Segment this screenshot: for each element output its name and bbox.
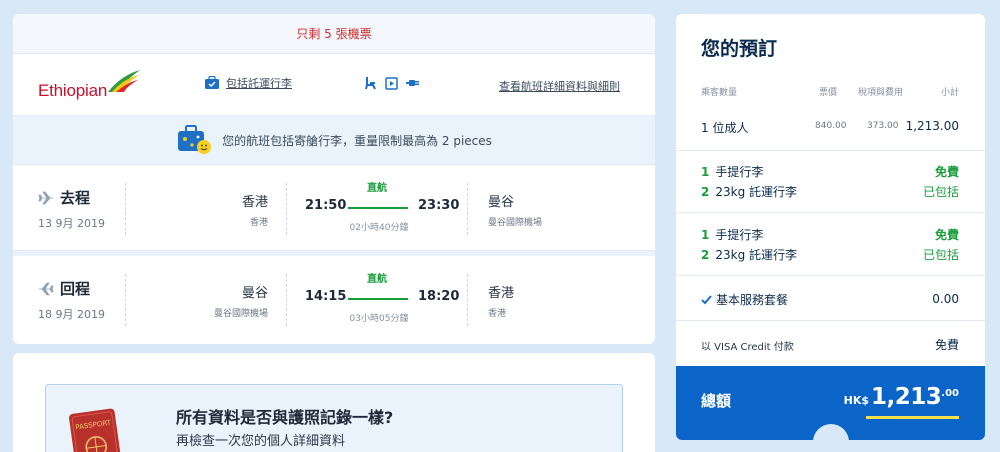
payment-fee: 免費 [934, 338, 959, 352]
flight-details-link[interactable]: 查看航班詳細資料與細則 [499, 78, 620, 94]
hand-luggage: 1 手提行李 [701, 163, 763, 180]
total-value: 1,213 [871, 384, 942, 410]
service-package-label: 基本服務套餐 [716, 293, 789, 307]
divider [286, 274, 287, 326]
checked-luggage-qty: 2 [701, 248, 710, 262]
hand-luggage: 1 手提行李 [701, 226, 763, 243]
airline-logo-mark-icon [108, 70, 140, 92]
divider [676, 212, 985, 213]
divider [467, 183, 468, 235]
departure-time: 14:15 [305, 289, 347, 304]
passport-title: 所有資料是否與護照記錄一樣? [176, 408, 394, 427]
departure-airport: 香港 [249, 218, 268, 228]
stops-label: 直航 [367, 274, 387, 285]
power-plug-icon [406, 80, 419, 86]
passport-check-card: PASSPORT 所有資料是否與護照記錄一樣? 再檢查一次您的個人詳細資料 [13, 353, 655, 452]
briefcase-check-icon [205, 76, 219, 89]
departure-time: 21:50 [305, 198, 347, 213]
service-package-price: 0.00 [932, 292, 959, 306]
arrival-time: 23:30 [418, 198, 460, 213]
flight-leg-return: 回程 18 9月 2019 曼谷 曼谷國際機場 14:15 直航 03小時05分… [13, 251, 655, 337]
arrival-airport: 香港 [488, 309, 507, 319]
total-label: 總額 [701, 392, 732, 410]
divider [676, 275, 985, 276]
divider [467, 274, 468, 326]
included-baggage-label: 包括託運行李 [226, 77, 292, 90]
hand-luggage-price: 免費 [934, 228, 959, 242]
arrival-time: 18:20 [418, 289, 460, 304]
airline-logo: Ethiopian [38, 68, 148, 102]
flight-line [348, 207, 408, 209]
adult-tax: 373.00 [867, 121, 899, 131]
adult-count: 1 位成人 [701, 121, 749, 135]
airline-name: Ethiopian [38, 81, 108, 100]
hand-luggage-qty: 1 [701, 165, 710, 179]
divider [676, 150, 985, 151]
flight-duration: 03小時05分鐘 [349, 314, 409, 324]
leg-date: 18 9月 2019 [38, 308, 105, 321]
leg-title: 回程 [60, 280, 91, 298]
adult-fare: 840.00 [815, 121, 847, 131]
divider [286, 183, 287, 235]
flight-card: 只剩 5 張機票 Ethiopian 包括託運行李 查看航班詳細資料與細則 您的… [13, 14, 655, 344]
fare-header: 票價 [819, 88, 838, 98]
amenities [365, 76, 420, 90]
baggage-notice-text: 您的航班包括寄艙行李，重量限制最高為 2 pieces [222, 133, 492, 148]
checked-luggage: 2 23kg 託運行李 [701, 183, 797, 200]
currency: HK$ [843, 394, 870, 407]
baggage-notice: 您的航班包括寄艙行李，重量限制最高為 2 pieces [13, 116, 655, 165]
departure-airport: 曼谷國際機場 [213, 309, 268, 319]
checked-luggage-price: 已包括 [922, 248, 959, 262]
hand-luggage-qty: 1 [701, 228, 710, 242]
suitcase-smiley-icon [178, 125, 212, 154]
booking-title: 您的預訂 [701, 38, 778, 60]
departure-city: 香港 [241, 195, 268, 210]
adult-subtotal: 1,213.00 [905, 119, 959, 133]
divider [125, 183, 126, 235]
entertainment-screen-icon [385, 76, 398, 90]
divider [125, 274, 126, 326]
hand-luggage-price: 免費 [934, 165, 959, 179]
service-package: 基本服務套餐 [701, 291, 788, 308]
total-bar: 總額 HK$ 1,213 .00 [676, 366, 985, 440]
checked-luggage-qty: 2 [701, 185, 710, 199]
departure-city: 曼谷 [241, 286, 268, 301]
passport-notice: PASSPORT 所有資料是否與護照記錄一樣? 再檢查一次您的個人詳細資料 [45, 384, 623, 452]
leg-title: 去程 [60, 189, 91, 207]
expand-notch[interactable] [813, 424, 849, 440]
arrival-city: 香港 [488, 286, 515, 301]
booking-summary: 您的預訂 乘客數量 票價 稅項與費用 小計 1 位成人 840.00 373.0… [676, 14, 985, 440]
total-underline [866, 416, 959, 419]
seat-icon [365, 77, 376, 90]
seats-left-text: 只剩 5 張機票 [296, 27, 372, 41]
passengers-header: 乘客數量 [701, 88, 738, 98]
checked-luggage: 2 23kg 託運行李 [701, 246, 797, 263]
stops-label: 直航 [367, 183, 387, 194]
checked-luggage-price: 已包括 [922, 185, 959, 199]
leg-date: 13 9月 2019 [38, 217, 105, 230]
total-amount: HK$ 1,213 .00 [844, 384, 959, 410]
hand-luggage-label: 手提行李 [715, 165, 764, 179]
check-icon [701, 294, 712, 304]
subtotal-header: 小計 [940, 88, 959, 98]
checked-luggage-label: 23kg 託運行李 [715, 248, 798, 262]
airline-row: Ethiopian 包括託運行李 查看航班詳細資料與細則 [13, 54, 655, 116]
included-baggage-link[interactable]: 包括託運行李 [204, 75, 292, 91]
flight-leg-outbound: 去程 13 9月 2019 香港 香港 21:50 直航 02小時40分鐘 23… [13, 165, 655, 251]
divider [676, 320, 985, 321]
arrival-airport: 曼谷國際機場 [488, 218, 543, 228]
arrival-city: 曼谷 [488, 195, 515, 210]
passport-icon: PASSPORT [68, 408, 122, 452]
payment-method-label: 以 VISA Credit 付款 [701, 342, 794, 353]
flight-line [348, 298, 408, 300]
plane-icon [38, 191, 53, 204]
flight-duration: 02小時40分鐘 [349, 223, 409, 233]
passport-subtitle: 再檢查一次您的個人詳細資料 [176, 434, 346, 449]
total-decimals: .00 [941, 388, 959, 399]
seats-left-banner: 只剩 5 張機票 [13, 14, 655, 54]
tax-header: 稅項與費用 [858, 88, 904, 98]
checked-luggage-label: 23kg 託運行李 [715, 185, 798, 199]
plane-icon [39, 282, 54, 295]
hand-luggage-label: 手提行李 [715, 228, 764, 242]
